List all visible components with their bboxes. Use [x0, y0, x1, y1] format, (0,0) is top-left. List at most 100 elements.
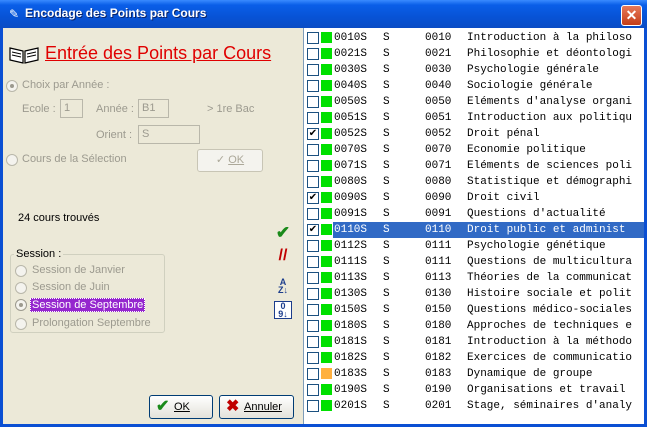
status-indicator — [321, 48, 332, 59]
course-orient: S — [383, 80, 390, 92]
ok-button[interactable]: ✔ OK — [149, 395, 213, 419]
row-checkbox[interactable]: ✔ — [307, 192, 319, 204]
by-year-radio[interactable] — [6, 80, 18, 92]
selection-radio[interactable] — [6, 154, 18, 166]
session-septembre-radio[interactable] — [15, 299, 27, 311]
course-orient: S — [383, 224, 390, 236]
course-number: 0050 — [425, 96, 452, 108]
table-row[interactable]: 0070S S 0070 Economie politique — [304, 142, 644, 158]
status-indicator — [321, 160, 332, 171]
table-row[interactable]: 0201S S 0201 Stage, séminaires d'analy — [304, 398, 644, 414]
course-number: 0010 — [425, 32, 452, 44]
row-checkbox[interactable] — [307, 48, 319, 60]
table-row[interactable]: 0130S S 0130 Histoire sociale et polit — [304, 286, 644, 302]
green-check-icon[interactable]: ✔ — [274, 224, 292, 242]
row-checkbox[interactable] — [307, 112, 319, 124]
table-row[interactable]: 0111S S 0111 Questions de multicultura — [304, 254, 644, 270]
row-checkbox[interactable] — [307, 400, 319, 412]
status-indicator — [321, 240, 332, 251]
table-row[interactable]: 0050S S 0050 Eléments d'analyse organi — [304, 94, 644, 110]
table-row[interactable]: 0113S S 0113 Théories de la communicat — [304, 270, 644, 286]
row-checkbox[interactable] — [307, 176, 319, 188]
course-code: 0130S — [334, 288, 368, 300]
row-checkbox[interactable] — [307, 304, 319, 316]
sort-09-icon[interactable]: 0 9↓ — [274, 301, 292, 319]
row-checkbox[interactable] — [307, 272, 319, 284]
ecole-field[interactable]: 1 — [60, 99, 83, 118]
course-code: 0010S — [334, 32, 368, 44]
session-janvier-radio[interactable] — [15, 265, 27, 277]
course-number: 0130 — [425, 288, 452, 300]
row-checkbox[interactable]: ✔ — [307, 128, 319, 140]
course-code: 0113S — [334, 272, 368, 284]
table-row[interactable]: 0180S S 0180 Approches de techniques e — [304, 318, 644, 334]
table-row[interactable]: ✔ 0052S S 0052 Droit pénal — [304, 126, 644, 142]
row-checkbox[interactable] — [307, 352, 319, 364]
table-row[interactable]: 0010S S 0010 Introduction à la philoso — [304, 30, 644, 46]
session-septembre-label: Session de Septembre — [30, 298, 146, 312]
table-row[interactable]: 0181S S 0181 Introduction à la méthodo — [304, 334, 644, 350]
course-list[interactable]: 0010S S 0010 Introduction à la philoso 0021S… — [303, 28, 644, 424]
table-row[interactable]: 0183S S 0183 Dynamique de groupe — [304, 366, 644, 382]
cancel-button[interactable]: ✖ Annuler — [219, 395, 294, 419]
row-checkbox[interactable] — [307, 160, 319, 172]
row-checkbox[interactable] — [307, 144, 319, 156]
sort-az-icon[interactable]: A Z↓ — [274, 278, 292, 296]
course-code: 0030S — [334, 64, 368, 76]
orient-field[interactable]: S — [138, 125, 200, 144]
close-button[interactable]: ✕ — [621, 5, 642, 26]
table-row[interactable]: 0021S S 0021 Philosophie et déontologi — [304, 46, 644, 62]
table-row[interactable]: 0190S S 0190 Organisations et travail — [304, 382, 644, 398]
table-row[interactable]: 0091S S 0091 Questions d'actualité — [304, 206, 644, 222]
row-checkbox[interactable] — [307, 64, 319, 76]
table-row[interactable]: ✔ 0090S S 0090 Droit civil — [304, 190, 644, 206]
row-checkbox[interactable]: ✔ — [307, 224, 319, 236]
annee-field[interactable]: B1 — [138, 99, 169, 118]
table-row[interactable]: 0051S S 0051 Introduction aux politiqu — [304, 110, 644, 126]
course-code: 0183S — [334, 368, 368, 380]
row-checkbox[interactable] — [307, 208, 319, 220]
course-code: 0201S — [334, 400, 368, 412]
course-number: 0182 — [425, 352, 452, 364]
course-orient: S — [383, 320, 390, 332]
row-checkbox[interactable] — [307, 96, 319, 108]
table-row[interactable]: 0030S S 0030 Psychologie générale — [304, 62, 644, 78]
left-panel: Entrée des Points par Cours Choix par An… — [3, 28, 300, 424]
row-checkbox[interactable] — [307, 32, 319, 44]
status-indicator — [321, 256, 332, 267]
table-row[interactable]: 0071S S 0071 Eléments de sciences poli — [304, 158, 644, 174]
session-juin-radio[interactable] — [15, 282, 27, 294]
course-orient: S — [383, 112, 390, 124]
course-code: 0052S — [334, 128, 368, 140]
course-code: 0111S — [334, 256, 368, 268]
table-row[interactable]: 0150S S 0150 Questions médico-sociales — [304, 302, 644, 318]
selection-ok-label: OK — [228, 154, 245, 166]
check-icon: ✔ — [156, 398, 170, 415]
title-bar[interactable]: ✎ Encodage des Points par Cours ✕ — [0, 0, 647, 28]
course-title: Organisations et travail — [467, 384, 626, 396]
row-checkbox[interactable] — [307, 80, 319, 92]
row-checkbox[interactable] — [307, 256, 319, 268]
course-code: 0180S — [334, 320, 368, 332]
row-checkbox[interactable] — [307, 368, 319, 380]
course-title: Stage, séminaires d'analy — [467, 400, 633, 412]
course-title: Eléments d'analyse organi — [467, 96, 633, 108]
course-title: Théories de la communicat — [467, 272, 633, 284]
table-row[interactable]: 0040S S 0040 Sociologie générale — [304, 78, 644, 94]
selection-ok-button[interactable]: ✓ OK — [197, 149, 263, 172]
course-number: 0051 — [425, 112, 452, 124]
course-code: 0051S — [334, 112, 368, 124]
row-checkbox[interactable] — [307, 384, 319, 396]
row-checkbox[interactable] — [307, 240, 319, 252]
session-prolongation-radio[interactable] — [15, 318, 27, 330]
course-number: 0071 — [425, 160, 452, 172]
table-row[interactable]: ✔ 0110S S 0110 Droit public et administ — [304, 222, 644, 238]
course-number: 0201 — [425, 400, 452, 412]
table-row[interactable]: 0112S S 0111 Psychologie génétique — [304, 238, 644, 254]
row-checkbox[interactable] — [307, 320, 319, 332]
row-checkbox[interactable] — [307, 336, 319, 348]
table-row[interactable]: 0080S S 0080 Statistique et démographi — [304, 174, 644, 190]
row-checkbox[interactable] — [307, 288, 319, 300]
red-double-slash-icon[interactable]: // — [274, 247, 292, 265]
table-row[interactable]: 0182S S 0182 Exercices de communicatio — [304, 350, 644, 366]
